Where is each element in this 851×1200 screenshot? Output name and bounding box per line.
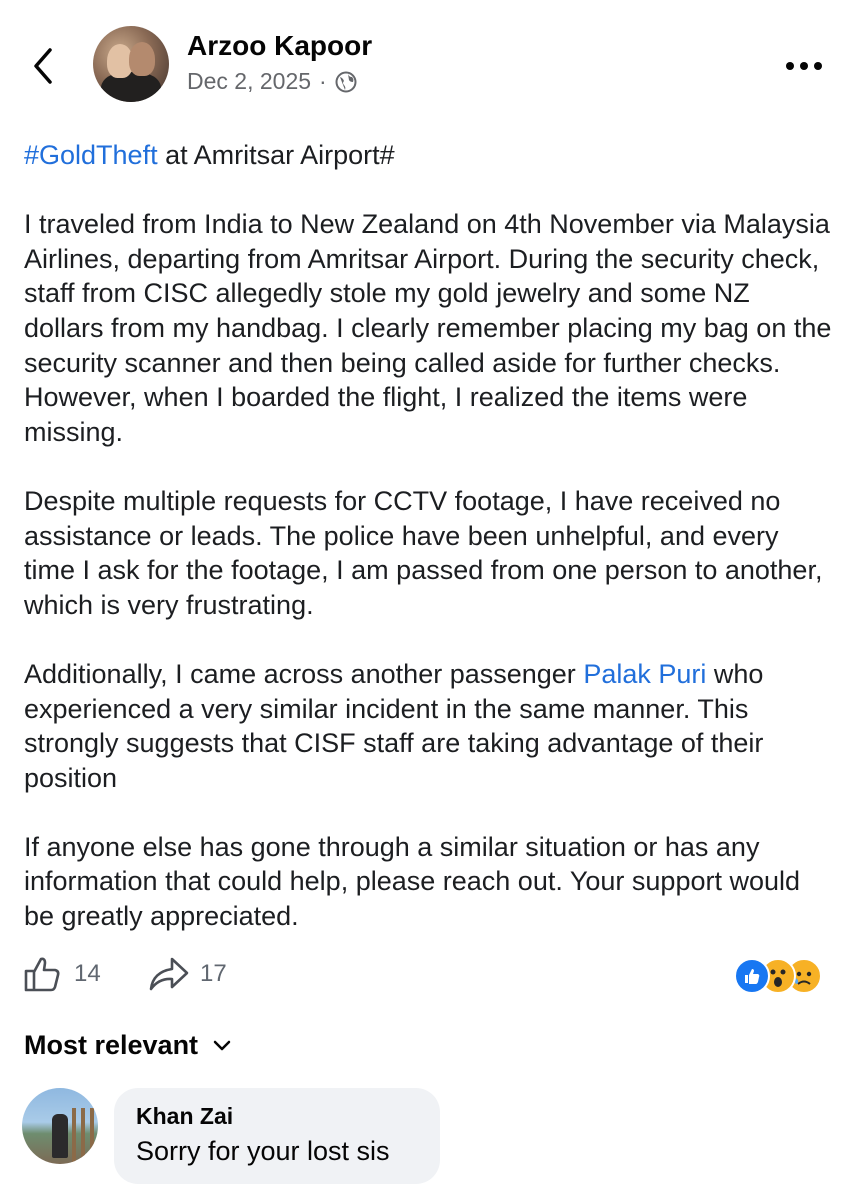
chevron-down-icon [213,1040,231,1050]
paragraph-3-start: Additionally, I came across another pass… [24,658,584,689]
post-paragraph-3: Additionally, I came across another pass… [24,657,834,795]
comment-sort-dropdown[interactable]: Most relevant [24,1030,232,1061]
chevron-left-icon [34,48,52,84]
commenter-name[interactable]: Khan Zai [136,1103,233,1130]
commenter-avatar[interactable] [22,1088,98,1164]
author-name[interactable]: Arzoo Kapoor [187,30,372,62]
post-paragraph-4: If anyone else has gone through a simila… [24,831,801,932]
post-headline: #GoldTheft at Amritsar Airport# [24,138,834,173]
share-arrow-icon [149,957,189,991]
sort-label: Most relevant [24,1030,199,1060]
meta-separator: · [319,68,327,94]
post-paragraph-2: Despite multiple requests for CCTV foota… [24,485,823,620]
mention-link[interactable]: Palak Puri [583,659,706,689]
reaction-summary[interactable] [734,958,834,994]
more-horizontal-icon [786,62,822,70]
post-paragraph-1: I traveled from India to New Zealand on … [24,209,832,447]
post-meta: Dec 2, 2025 · [187,68,357,95]
globe-icon [335,71,357,92]
thumbs-up-icon [24,957,60,992]
post-body: #GoldTheft at Amritsar Airport# I travel… [24,138,834,968]
like-reaction-icon [734,958,770,994]
headline-text: at Amritsar Airport# [157,140,395,170]
more-options-button[interactable] [782,54,826,78]
share-button[interactable]: 17 [148,954,227,994]
hashtag-link[interactable]: #GoldTheft [24,140,158,170]
like-count: 14 [74,960,101,987]
post-date[interactable]: Dec 2, 2025 [187,68,311,95]
back-button[interactable] [28,44,62,88]
author-avatar[interactable] [93,26,169,102]
like-button[interactable]: 14 [22,954,101,994]
comment-text: Sorry for your lost sis [136,1136,390,1166]
share-count: 17 [200,960,227,987]
